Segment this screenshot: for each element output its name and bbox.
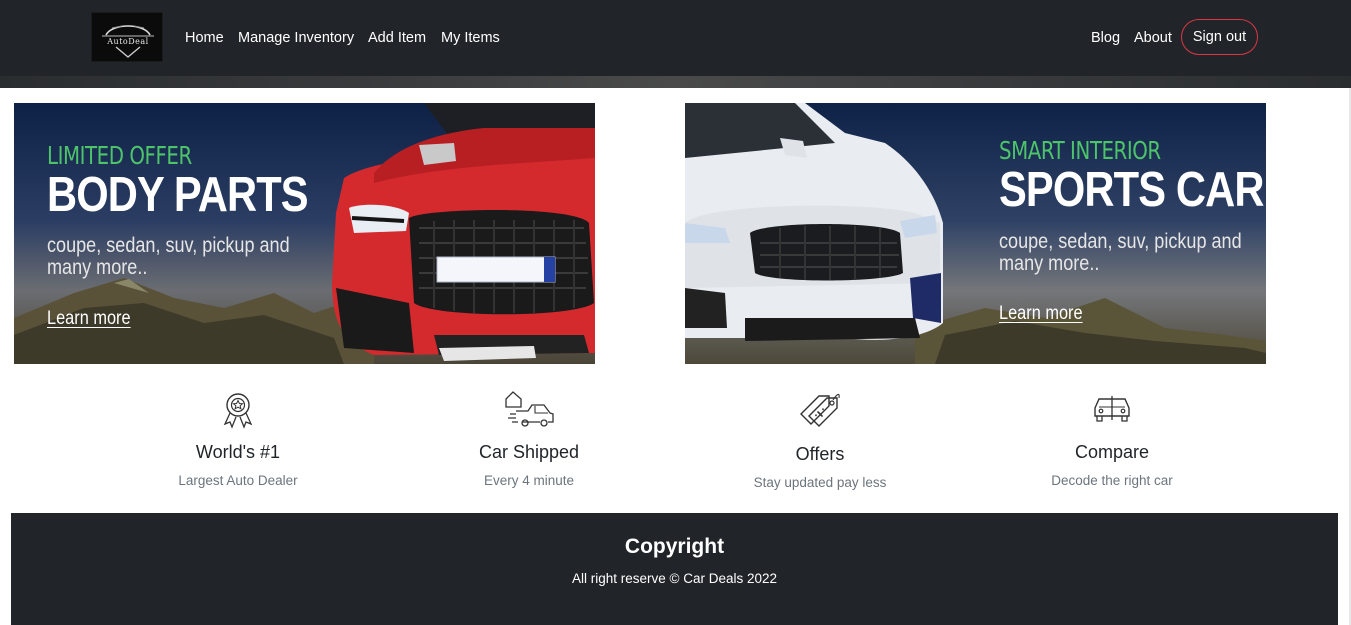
nav-home[interactable]: Home <box>185 29 224 47</box>
feature-subtitle: Decode the right car <box>1051 473 1173 488</box>
sign-out-button[interactable]: Sign out <box>1181 19 1258 55</box>
brand-logo-text: AutoDeal <box>107 37 149 46</box>
nav-blog[interactable]: Blog <box>1091 29 1120 47</box>
banner-title: BODY PARTS <box>47 168 309 222</box>
price-tag-icon <box>800 393 840 427</box>
feature-subtitle: Every 4 minute <box>483 473 575 488</box>
banner-title: SPORTS CAR <box>999 163 1264 217</box>
banner-learn-more-link[interactable]: Learn more <box>47 308 131 330</box>
feature-car-shipped: Car Shipped Every 4 minute <box>429 390 629 490</box>
feature-subtitle: Largest Auto Dealer <box>178 473 298 488</box>
feature-subtitle: Stay updated pay less <box>753 475 887 490</box>
car-compare-icon <box>1094 396 1130 422</box>
banner-description: coupe, sedan, suv, pickup and many more.… <box>47 234 290 279</box>
footer-title: Copyright <box>624 535 725 558</box>
promo-banner-body-parts[interactable]: LIMITED OFFER BODY PARTS coupe, sedan, s… <box>14 103 595 364</box>
nav-add-item[interactable]: Add Item <box>368 29 426 47</box>
nav-my-items[interactable]: My Items <box>441 29 500 47</box>
feature-compare: Compare Decode the right car <box>1012 390 1212 490</box>
navbar-shadow-strip <box>0 76 1351 88</box>
award-ribbon-icon <box>223 393 253 429</box>
feature-offers: Offers Stay updated pay less <box>720 390 920 492</box>
footer: Copyright All right reserve © Car Deals … <box>11 513 1338 625</box>
car-shipping-icon <box>505 391 554 427</box>
footer-copyright-text: All right reserve © Car Deals 2022 <box>571 571 778 586</box>
banner-kicker: LIMITED OFFER <box>47 141 192 170</box>
promo-banner-sports-car[interactable]: SMART INTERIOR SPORTS CAR coupe, sedan, … <box>685 103 1266 364</box>
nav-manage-inventory[interactable]: Manage Inventory <box>238 29 354 47</box>
navbar: AutoDeal Home Manage Inventory Add Item … <box>0 0 1351 76</box>
feature-title: Car Shipped <box>478 442 580 462</box>
feature-title: Offers <box>795 444 845 464</box>
banner-kicker: SMART INTERIOR <box>999 136 1161 165</box>
banner-learn-more-link[interactable]: Learn more <box>999 303 1083 325</box>
brand-logo[interactable]: AutoDeal <box>91 12 163 62</box>
nav-about[interactable]: About <box>1134 29 1172 47</box>
feature-title: World's #1 <box>195 442 281 462</box>
feature-worlds-number-one: World's #1 Largest Auto Dealer <box>138 390 338 490</box>
feature-title: Compare <box>1074 442 1150 462</box>
banner-description: coupe, sedan, suv, pickup and many more.… <box>999 230 1242 275</box>
